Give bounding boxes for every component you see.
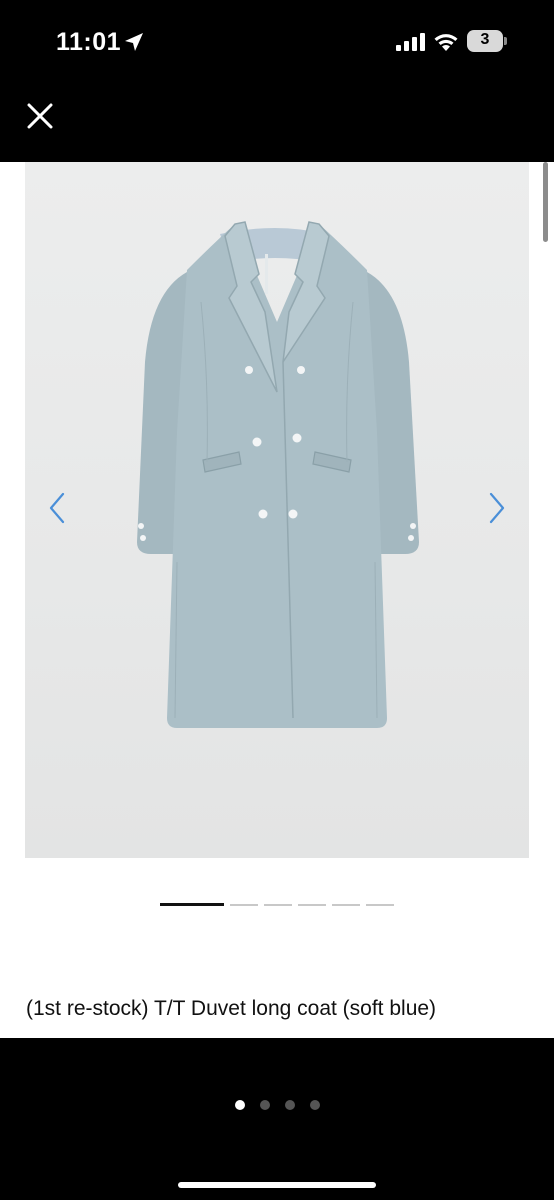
carousel-indicators: [160, 903, 394, 907]
carousel-prev-arrow-icon[interactable]: [46, 488, 68, 528]
close-icon[interactable]: [20, 96, 60, 136]
battery-level: 3: [480, 31, 490, 48]
page-dot-2[interactable]: [260, 1100, 270, 1110]
status-time: 11:01: [56, 28, 122, 56]
coat-photo: [137, 221, 419, 728]
bottom-bar: [0, 1038, 554, 1200]
page-dot-1[interactable]: [235, 1100, 245, 1110]
product-title: (1st re-stock) T/T Duvet long coat (soft…: [26, 997, 437, 1020]
product-detail-content: (1st re-stock) T/T Duvet long coat (soft…: [0, 162, 554, 1038]
top-navigation: [0, 86, 554, 162]
page-dot-3[interactable]: [285, 1100, 295, 1110]
wifi-icon: [434, 34, 458, 51]
battery-cap: [504, 37, 507, 45]
page-dot-4[interactable]: [310, 1100, 320, 1110]
cellular-signal-icon: [396, 33, 425, 51]
carousel-indicator-3[interactable]: [264, 904, 292, 906]
carousel-indicator-6[interactable]: [366, 904, 394, 906]
home-indicator[interactable]: [178, 1182, 376, 1188]
scrollbar[interactable]: [543, 162, 548, 242]
status-bar: 11:01 3: [0, 0, 554, 86]
carousel-indicator-4[interactable]: [298, 904, 326, 906]
battery-indicator: 3: [467, 30, 507, 52]
location-arrow-icon: [125, 33, 143, 51]
carousel-indicator-5[interactable]: [332, 904, 360, 906]
carousel-indicator-1[interactable]: [160, 903, 224, 906]
carousel-indicator-2[interactable]: [230, 904, 258, 906]
product-image[interactable]: [25, 162, 529, 858]
page-dots: [235, 1100, 320, 1110]
carousel-next-arrow-icon[interactable]: [486, 488, 508, 528]
